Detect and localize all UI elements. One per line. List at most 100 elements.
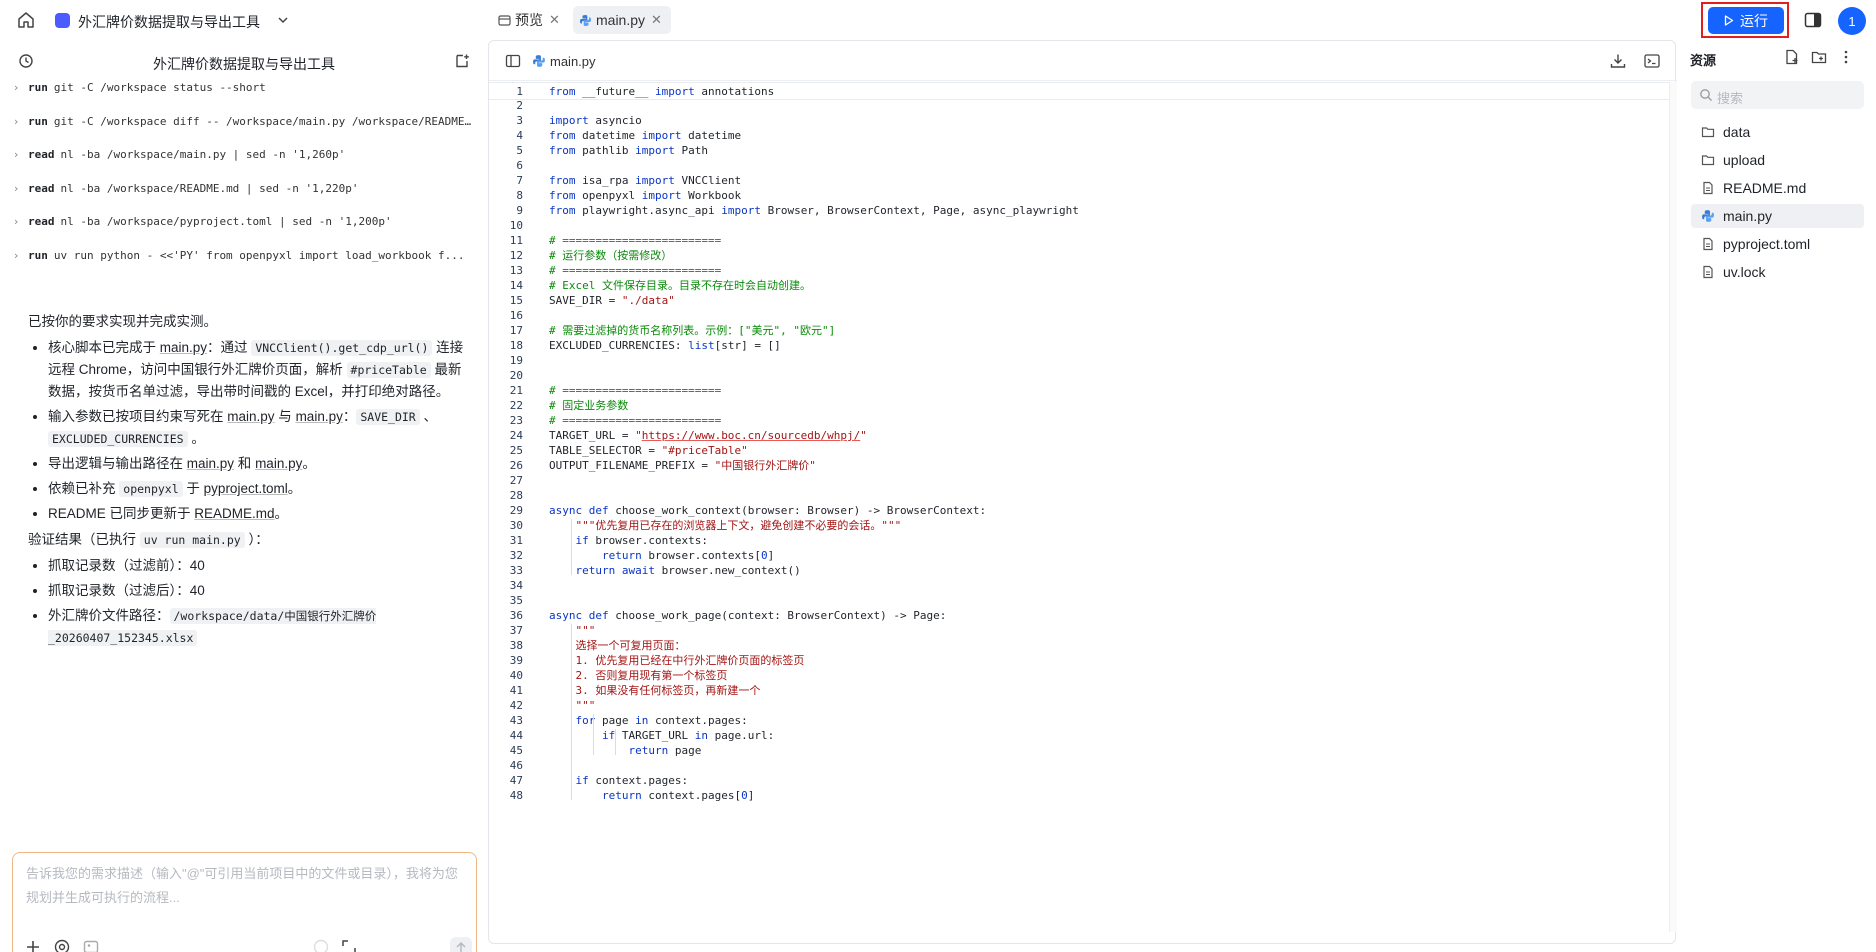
resource-item[interactable]: upload: [1691, 148, 1864, 172]
file-link[interactable]: pyproject.toml: [204, 481, 288, 496]
assistant-message: 已按你的要求实现并完成实测。 核心脚本已完成于 main.py：通过 VNCCl…: [28, 311, 468, 653]
panel-toggle-icon[interactable]: [1804, 11, 1822, 29]
tab-preview[interactable]: 预览 ✕: [492, 6, 562, 34]
file-link[interactable]: main.py: [255, 456, 302, 471]
agent-icon[interactable]: [53, 938, 71, 952]
result-list: 核心脚本已完成于 main.py：通过 VNCClient().get_cdp_…: [48, 337, 468, 525]
list-item: 依赖已补充 openpyxl 于 pyproject.toml。: [48, 478, 468, 500]
more-icon[interactable]: [1838, 49, 1854, 65]
chat-title: 外汇牌价数据提取与导出工具: [153, 56, 335, 72]
chevron-right-icon: ›: [14, 80, 19, 94]
image-upload-icon[interactable]: [82, 938, 100, 952]
chat-composer[interactable]: 告诉我您的需求描述（输入"@"可引用当前项目中的文件或目录），我将为您规划并生成…: [12, 852, 477, 952]
file-link[interactable]: main.py: [296, 409, 343, 424]
command-item[interactable]: › read nl -ba /workspace/README.md | sed -…: [14, 175, 474, 201]
line-number: 48: [509, 789, 523, 802]
command-item[interactable]: › run git -C /workspace diff -- /workspace…: [14, 108, 474, 134]
terminal-icon[interactable]: [1643, 52, 1661, 70]
chevron-right-icon: ›: [14, 214, 19, 228]
list-item: README 已同步更新于 README.md。: [48, 503, 468, 525]
play-icon: [1724, 15, 1734, 26]
resource-item-label: main.py: [1723, 208, 1773, 224]
scrollbar[interactable]: [1669, 82, 1677, 932]
resource-item[interactable]: pyproject.toml: [1691, 232, 1864, 256]
file-icon: [1691, 265, 1723, 279]
resource-item[interactable]: data: [1691, 120, 1864, 144]
resource-item-label: pyproject.toml: [1723, 236, 1811, 252]
sidebar-toggle-icon[interactable]: [505, 53, 521, 69]
run-label: 运行: [1740, 12, 1768, 29]
tab-label: main.py: [596, 12, 646, 28]
preview-icon: [498, 14, 511, 26]
arrow-up-icon: [456, 941, 466, 952]
resource-item-label: data: [1723, 124, 1751, 140]
run-button[interactable]: 运行: [1708, 7, 1784, 34]
resource-item[interactable]: main.py: [1691, 204, 1864, 228]
search-placeholder: 搜索: [1717, 91, 1744, 106]
avatar[interactable]: 1: [1838, 7, 1866, 35]
tab-main-py[interactable]: main.py ✕: [573, 6, 671, 34]
chevron-down-icon[interactable]: [276, 13, 290, 27]
command-item[interactable]: › read nl -ba /workspace/main.py | sed -n …: [14, 141, 474, 167]
command-item[interactable]: › run git -C /workspace status --short: [14, 74, 474, 100]
top-bar: 外汇牌价数据提取与导出工具 预览 ✕ main.py ✕ 运行 1: [0, 0, 1876, 40]
composer-input[interactable]: 告诉我您的需求描述（输入"@"可引用当前项目中的文件或目录），我将为您规划并生成…: [26, 862, 466, 910]
search-input[interactable]: 搜索: [1691, 81, 1864, 109]
close-icon[interactable]: ✕: [651, 12, 662, 28]
new-chat-icon[interactable]: [454, 53, 470, 69]
resource-item[interactable]: README.md: [1691, 176, 1864, 200]
list-item: 输入参数已按项目约束写死在 main.py 与 main.py：SAVE_DIR…: [48, 406, 468, 450]
expand-icon[interactable]: [340, 938, 358, 952]
list-item: 核心脚本已完成于 main.py：通过 VNCClient().get_cdp_…: [48, 337, 468, 403]
command-item[interactable]: › run uv run python - <<'PY' from openpyxl…: [14, 242, 474, 268]
code-editor: main.py 1 from __future__ import annotati…: [488, 40, 1677, 944]
chevron-right-icon: ›: [14, 248, 19, 262]
code-line[interactable]: 48 return context.pages[0]: [489, 787, 1669, 805]
verify-heading: 验证结果（已执行 uv run main.py ）：: [28, 532, 269, 548]
chat-panel: 外汇牌价数据提取与导出工具 › run git -C /workspace stat…: [0, 40, 488, 952]
tab-label: 预览: [515, 12, 543, 28]
file-link[interactable]: main.py: [187, 456, 234, 471]
send-button[interactable]: [450, 937, 472, 952]
resources-title: 资源: [1690, 53, 1717, 68]
file-link[interactable]: main.py: [160, 340, 207, 355]
project-title[interactable]: 外汇牌价数据提取与导出工具: [78, 12, 260, 32]
search-icon: [1700, 89, 1712, 101]
resources-panel: 资源 搜索 data upload README.md main.py pyprojec…: [1688, 40, 1876, 952]
chevron-right-icon: ›: [14, 114, 19, 128]
resource-item-label: README.md: [1723, 180, 1807, 196]
resource-item-label: uv.lock: [1723, 264, 1766, 280]
close-icon[interactable]: ✕: [549, 12, 560, 28]
list-item: 抓取记录数（过滤前）：40: [48, 555, 468, 577]
list-item: 抓取记录数（过滤后）：40: [48, 580, 468, 602]
editor-header: main.py: [489, 41, 1677, 81]
list-item: 导出逻辑与输出路径在 main.py 和 main.py。: [48, 453, 468, 475]
code-area[interactable]: 1 from __future__ import annotations 2 3 imp…: [489, 82, 1677, 932]
folder-icon: [1691, 125, 1723, 139]
indent-guide: [593, 714, 594, 755]
resource-item[interactable]: uv.lock: [1691, 260, 1864, 284]
home-icon[interactable]: [16, 10, 36, 30]
indent-guide: [615, 729, 616, 755]
command-item[interactable]: › read nl -ba /workspace/pyproject.toml | …: [14, 208, 474, 234]
verify-list: 抓取记录数（过滤前）：40 抓取记录数（过滤后）：40 外汇牌价文件路径：/wo…: [48, 555, 468, 649]
project-logo-icon: [55, 13, 70, 28]
code-text: return context.pages[0]: [601, 789, 755, 802]
new-file-icon[interactable]: [1784, 49, 1800, 65]
resource-item-label: upload: [1723, 152, 1766, 168]
message-intro: 已按你的要求实现并完成实测。: [28, 314, 217, 329]
folder-icon: [1691, 153, 1723, 167]
python-file-icon: [1691, 209, 1723, 223]
python-file-icon: [533, 55, 545, 67]
new-folder-icon[interactable]: [1811, 49, 1827, 65]
file-link[interactable]: README.md: [194, 506, 274, 521]
file-link[interactable]: main.py: [227, 409, 274, 424]
download-icon[interactable]: [1609, 52, 1627, 70]
file-icon: [1691, 237, 1723, 251]
editor-file-name: main.py: [550, 54, 596, 69]
plus-icon[interactable]: [24, 938, 42, 952]
status-circle-icon: [313, 939, 329, 952]
file-icon: [1691, 181, 1723, 195]
indent-guide: [571, 774, 572, 800]
chevron-right-icon: ›: [14, 181, 19, 195]
